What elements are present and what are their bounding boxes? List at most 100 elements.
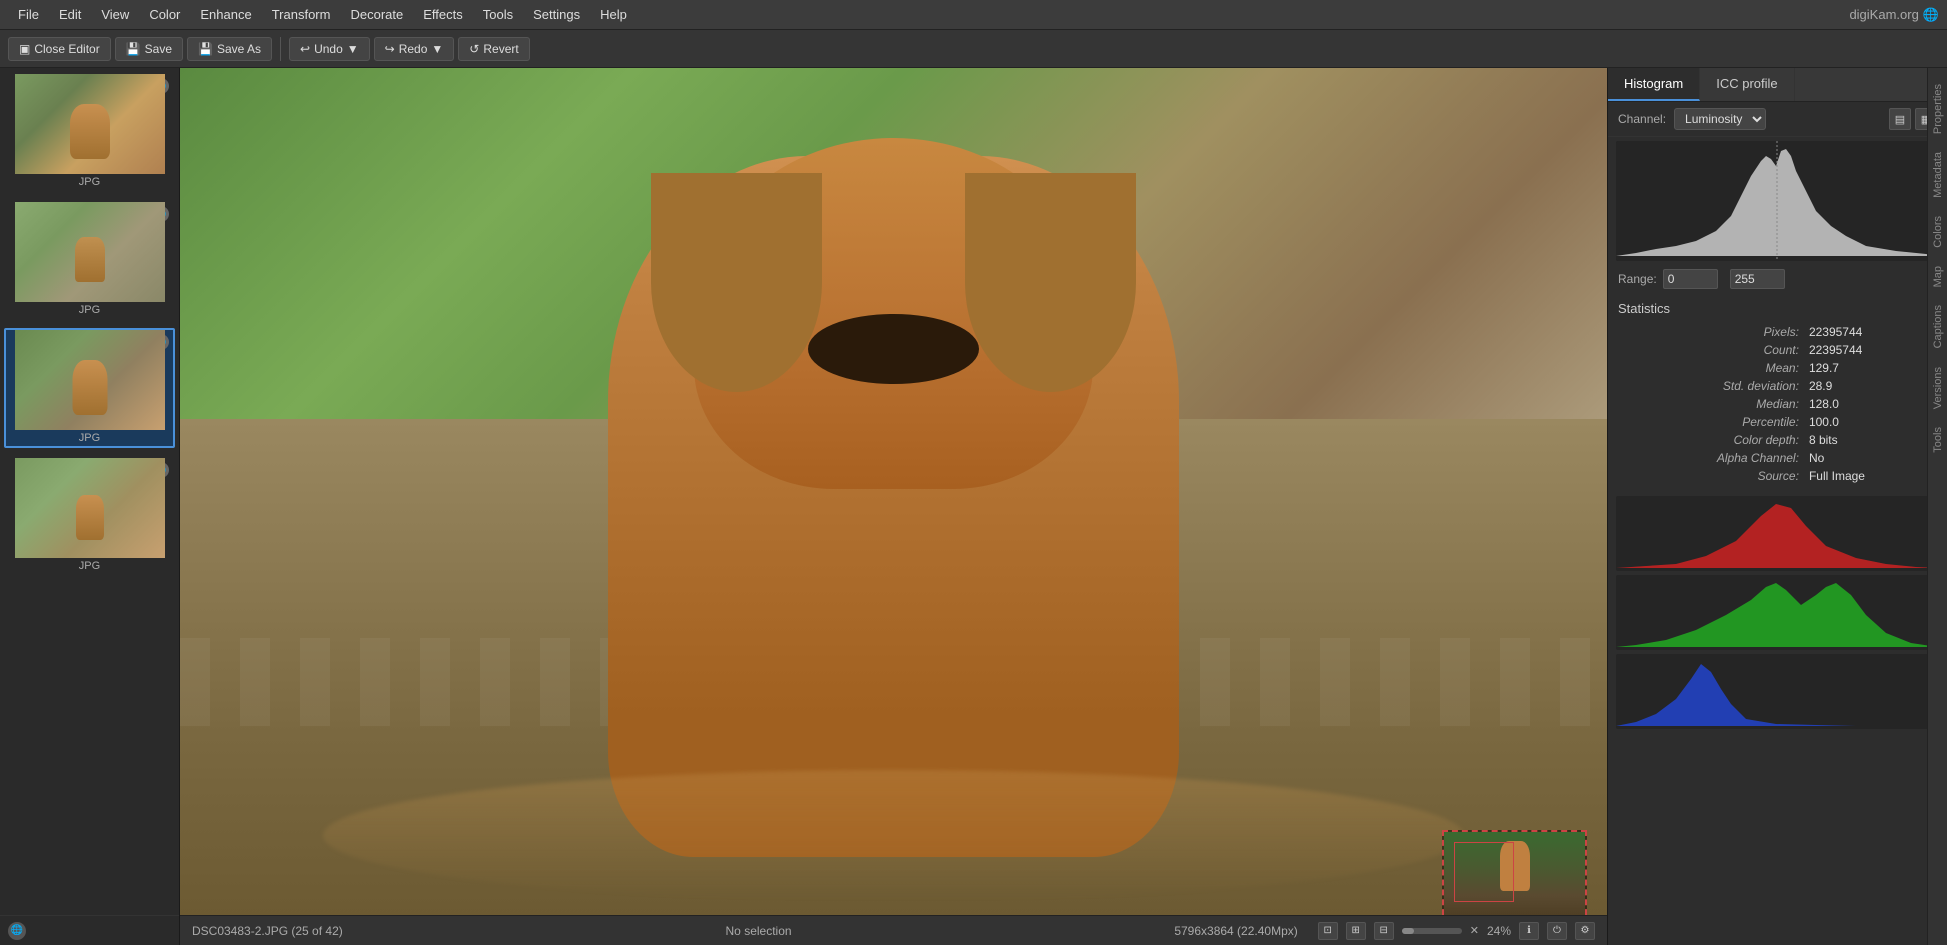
thumbnail-item-active[interactable]: 🌐 JPG [4, 328, 175, 448]
menu-view[interactable]: View [91, 3, 139, 26]
save-as-label: Save As [217, 42, 261, 56]
zoom-area: ⊡ ⊞ ⊟ ✕ 24% ℹ ⏻ ⚙ [1318, 922, 1595, 940]
zoom-original-button[interactable]: ⊟ [1374, 922, 1394, 940]
alpha-channel-value: No [1805, 450, 1935, 466]
toolbar: ▣ Close Editor 💾 Save 💾 Save As ↩ Undo ▼… [0, 30, 1947, 68]
menu-settings[interactable]: Settings [523, 3, 590, 26]
zoom-slider[interactable] [1402, 928, 1462, 934]
main-area: 🌐 JPG 🌐 JPG 🌐 [0, 68, 1947, 945]
menu-effects[interactable]: Effects [413, 3, 473, 26]
filename-status: DSC03483-2.JPG (25 of 42) [192, 924, 343, 938]
menu-color[interactable]: Color [139, 3, 190, 26]
luminosity-histogram [1616, 141, 1938, 261]
mean-value: 129.7 [1805, 360, 1935, 376]
thumbnail-item[interactable]: 🌐 JPG [4, 456, 175, 576]
close-editor-icon: ▣ [19, 42, 30, 56]
histogram-tabs: Histogram ICC profile [1608, 68, 1947, 102]
range-max-input[interactable] [1730, 269, 1785, 289]
thumbnail-item[interactable]: 🌐 JPG [4, 200, 175, 320]
save-as-icon: 💾 [198, 42, 213, 56]
revert-label: Revert [483, 42, 518, 56]
power-button[interactable]: ⏻ [1547, 922, 1567, 940]
count-value: 22395744 [1805, 342, 1935, 358]
percentile-label: Percentile: [1620, 414, 1803, 430]
blue-histogram [1616, 654, 1938, 729]
stats-row-alpha: Alpha Channel: No [1620, 450, 1935, 466]
stats-row-median: Median: 128.0 [1620, 396, 1935, 412]
statusbar: DSC03483-2.JPG (25 of 42) No selection 5… [180, 915, 1607, 945]
luminosity-histogram-container [1608, 137, 1947, 265]
thumbnail-item[interactable]: 🌐 JPG [4, 72, 175, 192]
range-label: Range: [1618, 272, 1657, 286]
percentile-value: 100.0 [1805, 414, 1935, 430]
stats-row-percentile: Percentile: 100.0 [1620, 414, 1935, 430]
range-min-input[interactable] [1663, 269, 1718, 289]
source-value: Full Image [1805, 468, 1935, 484]
channel-select[interactable]: Luminosity Red Green Blue Alpha Colors [1674, 108, 1766, 130]
zoom-fit-button[interactable]: ⊡ [1318, 922, 1338, 940]
main-canvas[interactable]: DSC03483-2.JPG (25 of 42) No selection 5… [180, 68, 1607, 945]
sidebar-tab-properties[interactable]: Properties [1929, 76, 1947, 142]
panel-globe-icon: 🌐 [8, 922, 26, 940]
mini-preview-box [1454, 842, 1514, 902]
thumbnail-label: JPG [6, 558, 173, 574]
save-as-button[interactable]: 💾 Save As [187, 37, 272, 61]
thumbnail-image [15, 74, 165, 174]
thumbnail-scroll[interactable]: 🌐 JPG 🌐 JPG 🌐 [0, 68, 179, 915]
tab-icc-profile[interactable]: ICC profile [1700, 68, 1794, 101]
undo-button[interactable]: ↩ Undo ▼ [289, 37, 370, 61]
thumbnail-panel: 🌐 JPG 🌐 JPG 🌐 [0, 68, 180, 945]
count-label: Count: [1620, 342, 1803, 358]
menu-enhance[interactable]: Enhance [190, 3, 261, 26]
stats-row-stddev: Std. deviation: 28.9 [1620, 378, 1935, 394]
menu-tools[interactable]: Tools [473, 3, 523, 26]
std-dev-value: 28.9 [1805, 378, 1935, 394]
thumbnail-label: JPG [6, 430, 173, 446]
histogram-panel: Histogram ICC profile Channel: Luminosit… [1607, 68, 1947, 945]
revert-button[interactable]: ↺ Revert [458, 37, 529, 61]
sidebar-tab-captions[interactable]: Captions [1929, 297, 1947, 356]
thumbnail-image [15, 202, 165, 302]
sidebar-tab-colors[interactable]: Colors [1929, 208, 1947, 256]
thumbnail-image [15, 330, 165, 430]
menu-transform[interactable]: Transform [262, 3, 341, 26]
undo-label: Undo [314, 42, 343, 56]
thumbnail-label: JPG [6, 302, 173, 318]
redo-dropdown-icon: ▼ [431, 42, 443, 56]
mean-label: Mean: [1620, 360, 1803, 376]
tab-histogram[interactable]: Histogram [1608, 68, 1700, 101]
zoom-fit-width-button[interactable]: ⊞ [1346, 922, 1366, 940]
source-label: Source: [1620, 468, 1803, 484]
mini-preview [1442, 830, 1587, 925]
info-button[interactable]: ℹ [1519, 922, 1539, 940]
statistics-title: Statistics [1618, 301, 1937, 316]
histogram-icon-1[interactable]: ▤ [1889, 108, 1911, 130]
redo-button[interactable]: ↪ Redo ▼ [374, 37, 455, 61]
close-editor-button[interactable]: ▣ Close Editor [8, 37, 111, 61]
menu-decorate[interactable]: Decorate [340, 3, 413, 26]
save-label: Save [145, 42, 172, 56]
range-row: Range: [1608, 265, 1947, 293]
main-image [180, 68, 1607, 945]
thumbnail-image [15, 458, 165, 558]
panel-bottom: 🌐 [0, 915, 179, 945]
dimensions-status: 5796x3864 (22.40Mpx) [1174, 924, 1297, 938]
alpha-channel-label: Alpha Channel: [1620, 450, 1803, 466]
stats-row-mean: Mean: 129.7 [1620, 360, 1935, 376]
settings-button[interactable]: ⚙ [1575, 922, 1595, 940]
menu-file[interactable]: File [8, 3, 49, 26]
pixels-label: Pixels: [1620, 324, 1803, 340]
save-button[interactable]: 💾 Save [115, 37, 183, 61]
menu-help[interactable]: Help [590, 3, 637, 26]
sidebar-tab-tools[interactable]: Tools [1929, 419, 1947, 461]
sidebar-tab-metadata[interactable]: Metadata [1929, 144, 1947, 206]
sidebar-tab-versions[interactable]: Versions [1929, 359, 1947, 417]
menu-edit[interactable]: Edit [49, 3, 91, 26]
statistics-section: Statistics Pixels: 22395744 Count: 22395… [1608, 293, 1947, 494]
digikam-logo: digiKam.org 🌐 [1849, 7, 1939, 23]
sidebar-tab-map[interactable]: Map [1929, 258, 1947, 295]
zoom-percent: 24% [1487, 924, 1511, 938]
pixels-value: 22395744 [1805, 324, 1935, 340]
stats-row-source: Source: Full Image [1620, 468, 1935, 484]
save-icon: 💾 [126, 42, 141, 56]
